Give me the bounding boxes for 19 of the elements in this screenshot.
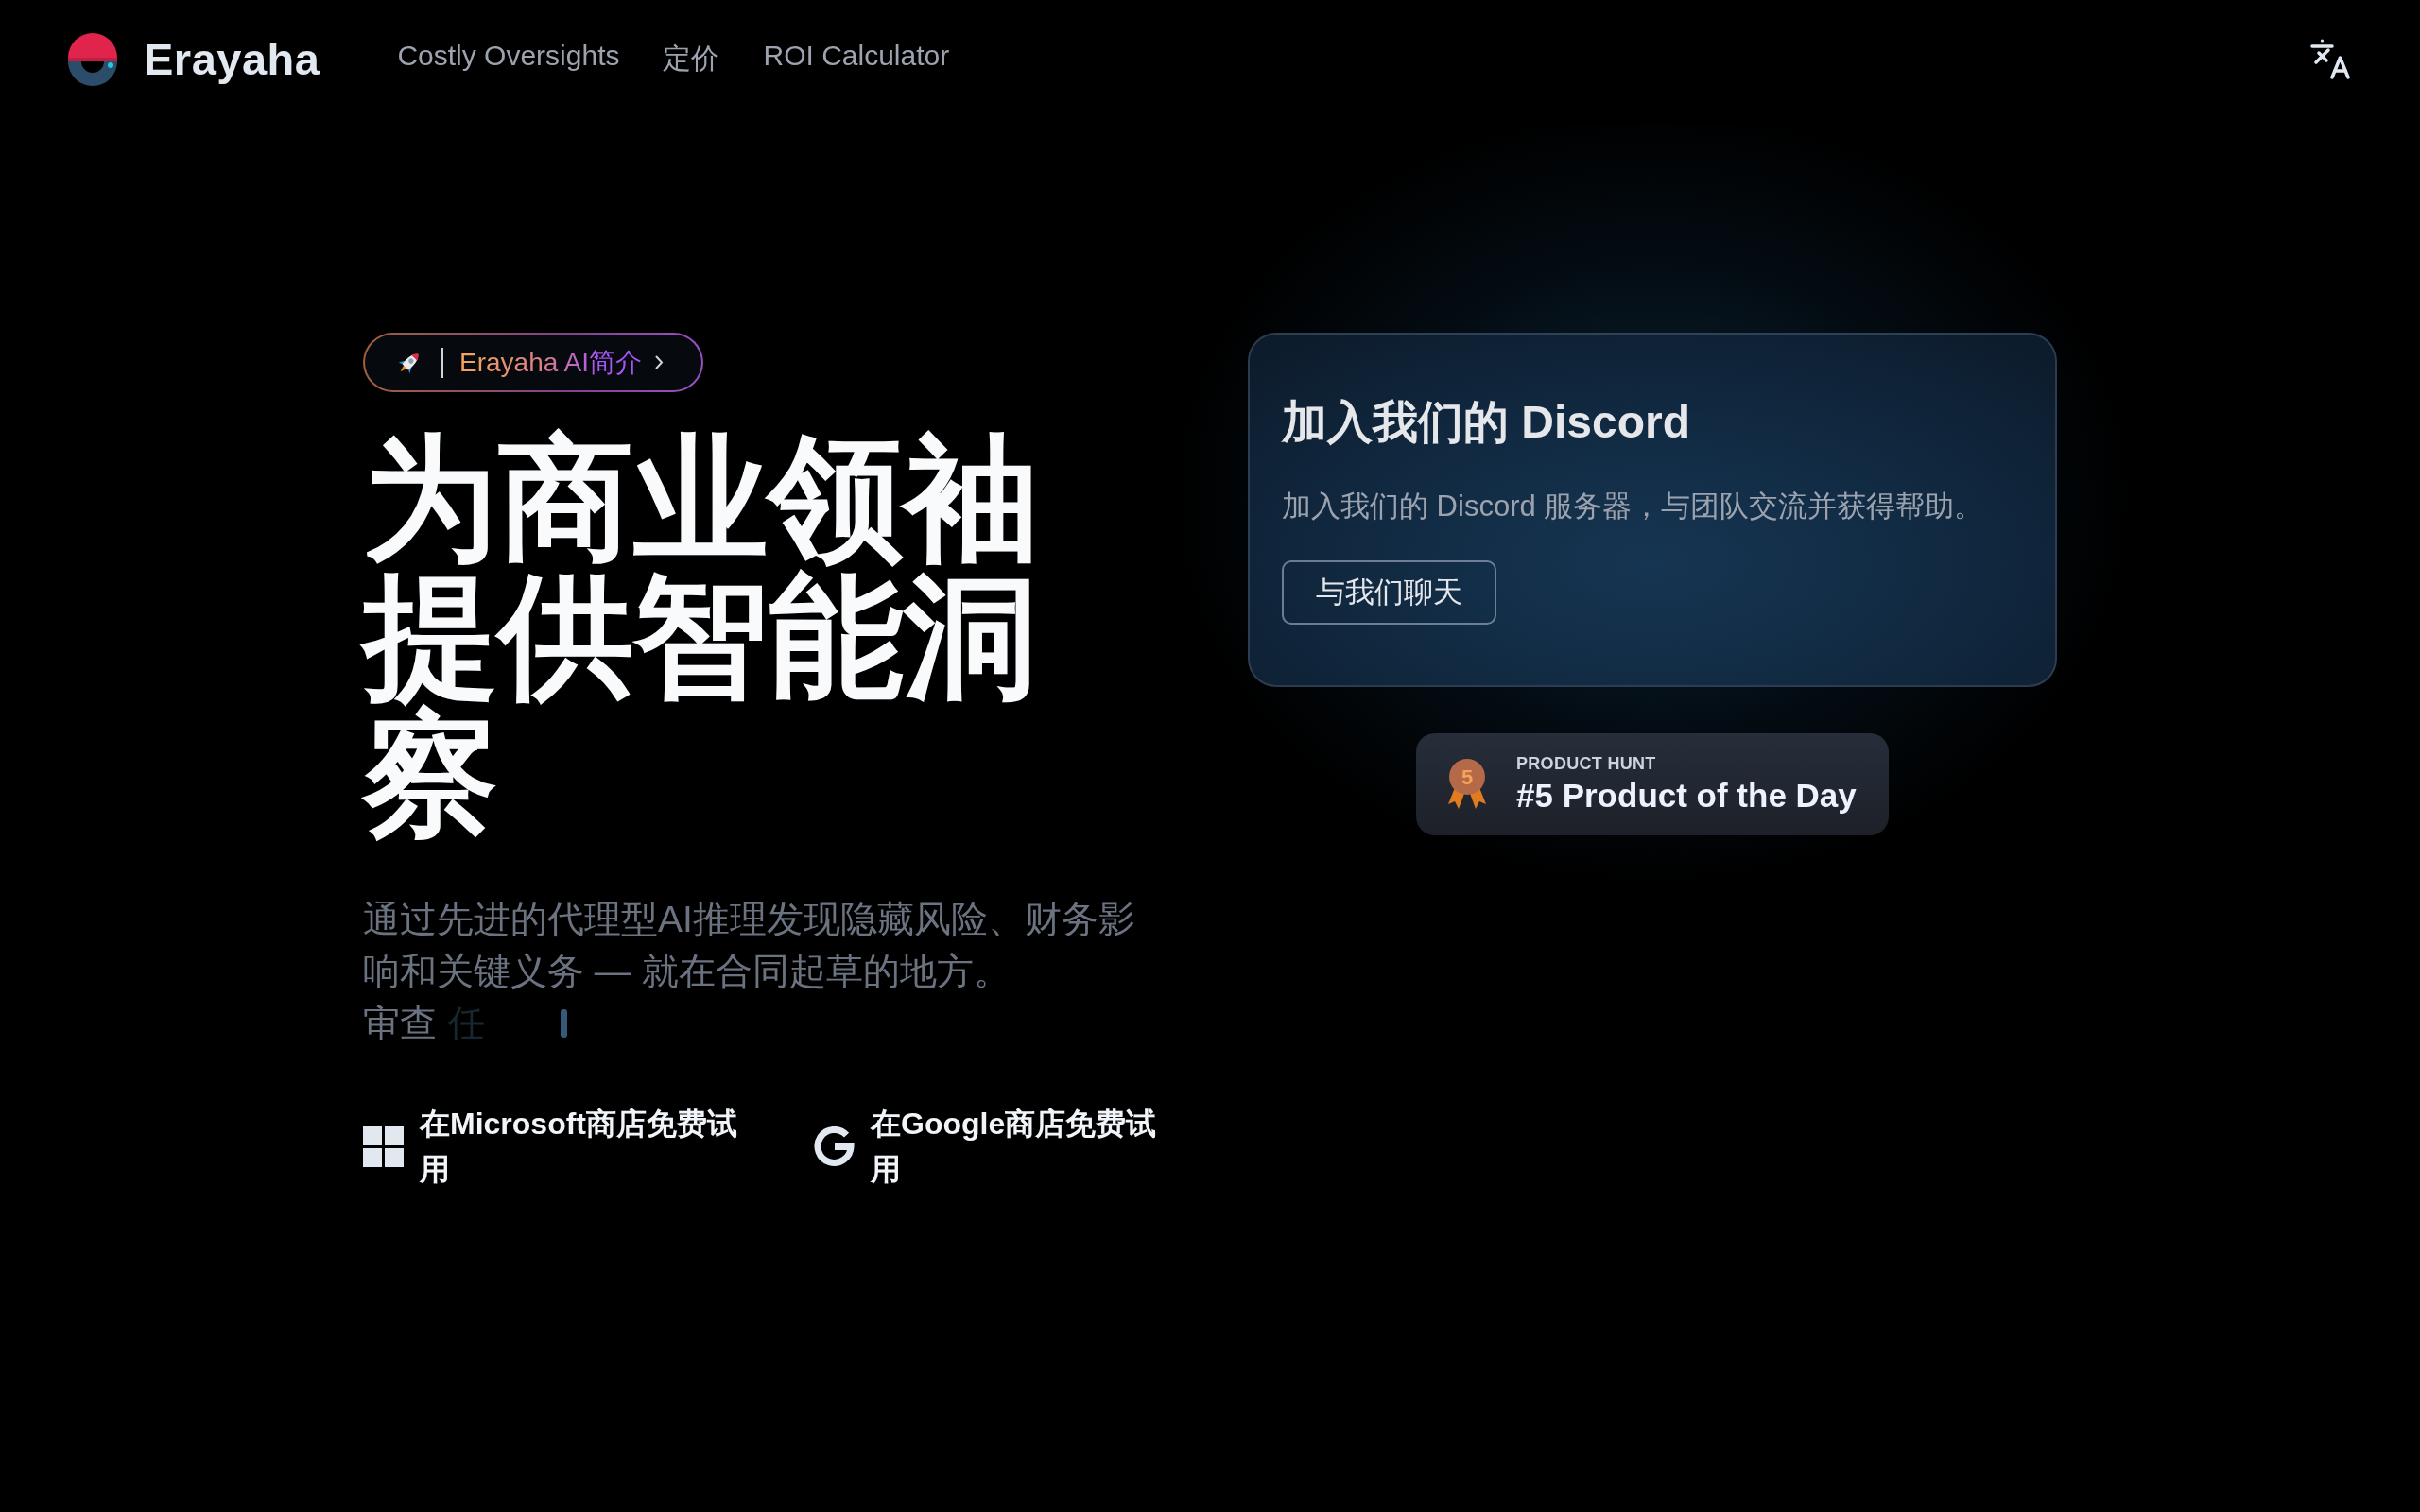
nav-link[interactable]: ROI Calculator — [763, 39, 950, 78]
chevron-icon — [655, 355, 664, 369]
brand-name[interactable]: Erayaha — [144, 32, 320, 85]
nav-link[interactable]: Costly Oversights — [397, 39, 620, 78]
google-icon — [814, 1125, 855, 1167]
nav-link[interactable]: 定价 — [663, 39, 720, 78]
intro-badge[interactable]: Erayaha AI简介 — [363, 333, 703, 392]
typed-text: 审查 — [363, 1001, 437, 1045]
typing-cursor-icon — [561, 1008, 567, 1038]
store-button[interactable]: 在Microsoft商店免费试用 — [363, 1101, 746, 1192]
card-title: 加入我们的 Discord — [1282, 396, 1692, 449]
product-hunt-badge[interactable]: 5 PRODUCT HUNT #5 Product of the Day — [1416, 733, 1889, 835]
hero-subtitle: 通过先进的代理型AI推理发现隐藏风险、财务影响和关键义务 — 就在合同起草的地方。 — [363, 898, 1136, 993]
store-button[interactable]: 在Google商店免费试用 — [814, 1101, 1164, 1192]
chat-button[interactable]: 与我们聊天 — [1282, 560, 1496, 625]
card-description: 加入我们的 Discord 服务器，与团队交流并获得帮助。 — [1282, 489, 1985, 524]
brand-logo-icon[interactable] — [68, 30, 117, 87]
translate-icon[interactable] — [2310, 38, 2352, 79]
windows-icon — [363, 1125, 404, 1167]
